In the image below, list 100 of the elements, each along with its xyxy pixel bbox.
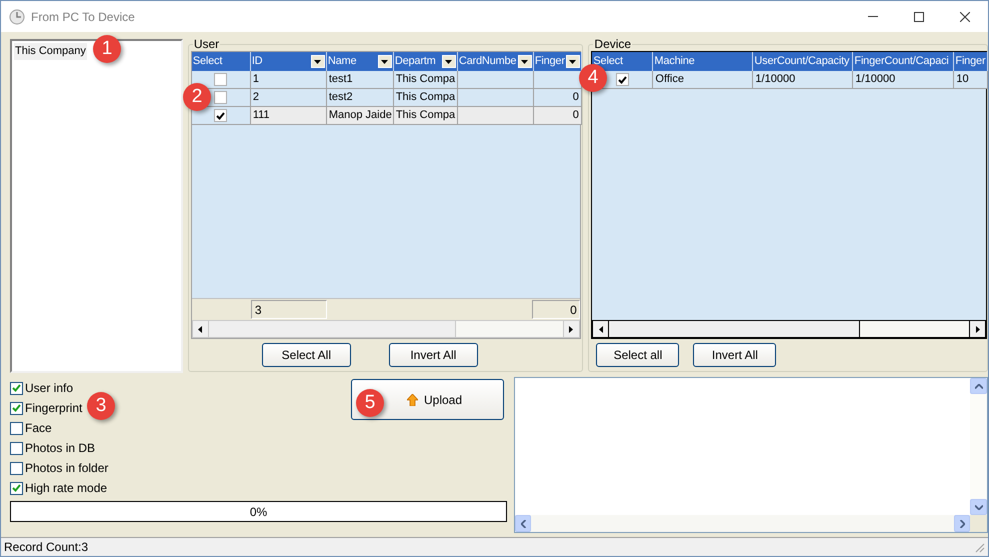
column-header[interactable]: Select: [192, 52, 251, 71]
clock-icon: [9, 8, 25, 24]
checkbox[interactable]: [10, 482, 23, 494]
right-chevron-icon: [960, 520, 964, 528]
column-header[interactable]: Name: [326, 52, 394, 71]
column-header[interactable]: Select: [592, 52, 654, 71]
action-button[interactable]: Invert All: [693, 343, 776, 367]
scroll-down-button[interactable]: [970, 499, 987, 515]
filter-button[interactable]: [518, 55, 532, 68]
scroll-thumb[interactable]: [609, 321, 860, 337]
table-cell: 2: [250, 89, 327, 107]
header-label: CardNumbe: [458, 54, 516, 70]
resize-grip-icon: [973, 541, 985, 553]
callout-badge: 3: [87, 392, 115, 420]
header-label: Name: [328, 54, 356, 70]
right-arrow-icon: [569, 326, 574, 332]
dropdown-icon: [521, 60, 528, 64]
header-label: FingerCount/Capaci: [854, 54, 949, 70]
table-cell: test2: [326, 89, 394, 107]
header-label: UserCount/Capacity: [754, 54, 850, 70]
table-cell: test1: [326, 71, 394, 89]
check-icon: [618, 76, 627, 84]
scroll-up-button[interactable]: [970, 378, 987, 394]
filter-button[interactable]: [566, 55, 580, 68]
option-checkbox[interactable]: User info: [10, 378, 74, 398]
option-checkbox[interactable]: Photos in DB: [10, 438, 96, 458]
row-checkbox[interactable]: [214, 73, 228, 86]
group-label: Device: [593, 37, 632, 51]
row-checkbox[interactable]: [214, 91, 228, 104]
action-button[interactable]: Select All: [262, 343, 351, 367]
table-cell: [534, 71, 582, 89]
checkbox[interactable]: [10, 382, 23, 394]
dropdown-icon: [569, 60, 576, 64]
status-text: Record Count:3: [4, 539, 88, 556]
summary-cell: 3: [250, 300, 327, 319]
scroll-right-button[interactable]: [969, 321, 986, 337]
action-button[interactable]: Invert All: [388, 343, 478, 367]
header-label: Departm: [394, 54, 436, 70]
table-cell: 10: [954, 71, 988, 89]
row-checkbox[interactable]: [616, 73, 629, 86]
table-cell: 1/10000: [853, 71, 954, 89]
scroll-left-button[interactable]: [593, 321, 610, 337]
up-chevron-icon: [974, 384, 982, 388]
close-icon: [960, 12, 970, 22]
table-cell: 111: [250, 107, 327, 125]
right-arrow-icon: [976, 326, 980, 332]
action-button[interactable]: Select all: [596, 343, 680, 367]
checkbox[interactable]: [10, 462, 23, 474]
maximize-icon: [914, 12, 924, 22]
filter-button[interactable]: [310, 55, 325, 68]
callout-badge: 2: [183, 83, 211, 111]
vertical-scrollbar[interactable]: [970, 378, 987, 515]
option-checkbox[interactable]: High rate mode: [10, 478, 108, 498]
table-cell: This Compa: [394, 89, 458, 107]
left-chevron-icon: [520, 520, 526, 528]
column-header[interactable]: UserCount/Capacity: [753, 52, 854, 71]
check-icon: [216, 112, 226, 120]
header-label: Finger: [534, 54, 565, 70]
column-header[interactable]: Machine: [653, 52, 754, 71]
table-cell: 0: [534, 107, 582, 125]
window-title: From PC To Device: [31, 8, 135, 26]
column-header[interactable]: FingerCount/Capaci: [853, 52, 954, 71]
column-header[interactable]: Departm: [394, 52, 458, 71]
table-cell: Office: [653, 71, 754, 89]
checkbox[interactable]: [10, 422, 23, 434]
header-label: Machine: [654, 54, 695, 70]
up-arrow-icon: [406, 394, 418, 406]
table-cell: This Compa: [394, 71, 458, 89]
down-chevron-icon: [974, 504, 982, 510]
checkbox[interactable]: [10, 442, 23, 454]
minimize-icon: [868, 16, 878, 17]
group-label: User: [192, 37, 220, 51]
filter-button[interactable]: [378, 55, 392, 68]
column-header[interactable]: CardNumbe: [458, 52, 534, 71]
header-label: ID: [252, 54, 262, 70]
option-label: Face: [25, 420, 52, 437]
column-header[interactable]: Finger: [534, 52, 582, 71]
table-cell: 1: [250, 71, 327, 89]
option-label: High rate mode: [25, 480, 108, 497]
check-icon: [12, 404, 21, 412]
option-label: Fingerprint: [25, 400, 82, 417]
header-label: Select: [192, 54, 222, 70]
left-arrow-icon: [598, 326, 603, 332]
dropdown-icon: [314, 60, 322, 64]
option-checkbox[interactable]: Photos in folder: [10, 458, 108, 478]
checkbox[interactable]: [10, 402, 23, 414]
column-header[interactable]: ID: [250, 52, 327, 71]
table-cell: 1/10000: [753, 71, 854, 89]
filter-button[interactable]: [442, 55, 456, 68]
summary-cell: 0: [532, 300, 580, 319]
table-cell: 0: [534, 89, 582, 107]
row-checkbox[interactable]: [214, 109, 228, 122]
check-icon: [12, 484, 21, 492]
dropdown-icon: [445, 60, 452, 64]
tree-item[interactable]: This Company: [14, 43, 87, 60]
option-checkbox[interactable]: Fingerprint: [10, 398, 82, 418]
table-cell: This Compa: [394, 107, 458, 125]
horizontal-scrollbar[interactable]: [592, 320, 986, 338]
left-arrow-icon: [198, 326, 202, 332]
option-checkbox[interactable]: Face: [10, 418, 52, 438]
